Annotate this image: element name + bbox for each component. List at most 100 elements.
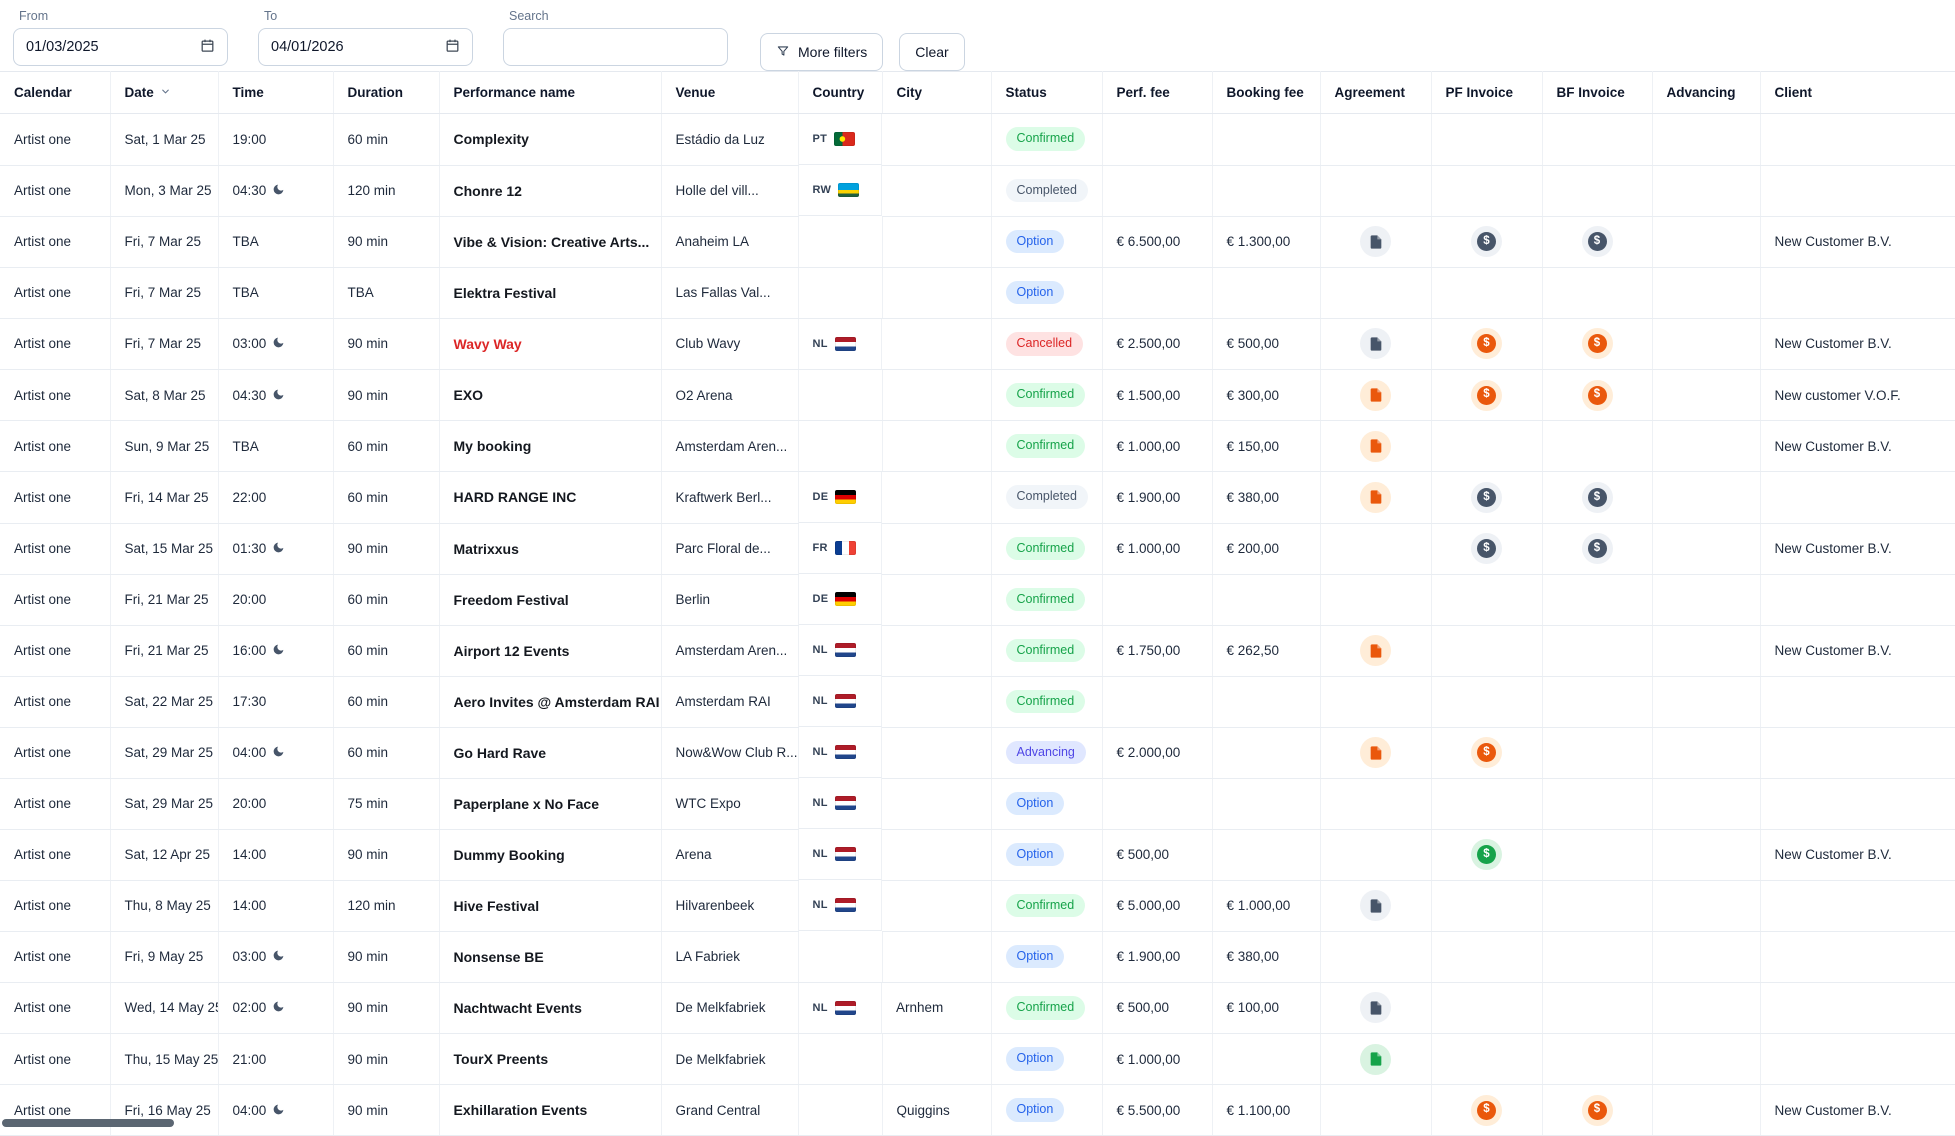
agreement-file-icon[interactable] bbox=[1360, 992, 1391, 1023]
from-date-input[interactable]: 01/03/2025 bbox=[13, 28, 228, 66]
table-row[interactable]: Artist oneFri, 14 Mar 2522:0060 minHARD … bbox=[0, 472, 1955, 524]
cell-date: Sat, 15 Mar 25 bbox=[110, 523, 218, 574]
column-header-client[interactable]: Client bbox=[1760, 72, 1955, 114]
calendar-icon[interactable] bbox=[200, 38, 215, 57]
status-badge: Confirmed bbox=[1006, 537, 1086, 561]
cell-duration: 60 min bbox=[333, 727, 439, 778]
table-row[interactable]: Artist oneSat, 15 Mar 2501:3090 minMatri… bbox=[0, 523, 1955, 574]
table-row[interactable]: Artist oneFri, 7 Mar 25TBA90 minVibe & V… bbox=[0, 216, 1955, 267]
bf-invoice-dollar-icon[interactable]: $ bbox=[1582, 226, 1613, 257]
to-date-input[interactable]: 04/01/2026 bbox=[258, 28, 473, 66]
cell-performance-name: My booking bbox=[439, 421, 661, 472]
status-badge: Confirmed bbox=[1006, 894, 1086, 918]
cell-duration: 90 min bbox=[333, 982, 439, 1034]
cell-perf-fee: € 500,00 bbox=[1102, 829, 1212, 880]
cell-date: Sat, 12 Apr 25 bbox=[110, 829, 218, 880]
table-row[interactable]: Artist oneSat, 1 Mar 2519:0060 minComple… bbox=[0, 114, 1955, 166]
cell-client bbox=[1760, 574, 1955, 625]
column-header-country[interactable]: Country bbox=[798, 72, 882, 114]
column-header-pf-invoice[interactable]: PF Invoice bbox=[1431, 72, 1542, 114]
cell-bf-invoice: $ bbox=[1542, 370, 1652, 421]
cell-booking-fee: € 300,00 bbox=[1212, 370, 1320, 421]
column-header-booking-fee[interactable]: Booking fee bbox=[1212, 72, 1320, 114]
column-header-status[interactable]: Status bbox=[991, 72, 1102, 114]
column-header-bf-invoice[interactable]: BF Invoice bbox=[1542, 72, 1652, 114]
table-row[interactable]: Artist oneSat, 22 Mar 2517:3060 minAero … bbox=[0, 676, 1955, 727]
bf-invoice-dollar-icon[interactable]: $ bbox=[1582, 533, 1613, 564]
pf-invoice-dollar-icon[interactable]: $ bbox=[1471, 839, 1502, 870]
column-header-agreement[interactable]: Agreement bbox=[1320, 72, 1431, 114]
performance-name: Complexity bbox=[454, 131, 529, 147]
table-row[interactable]: Artist oneThu, 15 May 2521:0090 minTourX… bbox=[0, 1034, 1955, 1085]
agreement-file-icon[interactable] bbox=[1360, 737, 1391, 768]
agreement-file-icon[interactable] bbox=[1360, 1044, 1391, 1075]
cell-city bbox=[882, 727, 991, 778]
calendar-icon[interactable] bbox=[445, 38, 460, 57]
table-row[interactable]: Artist oneWed, 14 May 2502:0090 minNacht… bbox=[0, 982, 1955, 1034]
column-header-perf-fee[interactable]: Perf. fee bbox=[1102, 72, 1212, 114]
column-label: Time bbox=[233, 85, 264, 100]
cell-duration: TBA bbox=[333, 267, 439, 318]
cell-date: Mon, 3 Mar 25 bbox=[110, 165, 218, 216]
pf-invoice-dollar-icon[interactable]: $ bbox=[1471, 380, 1502, 411]
agreement-file-icon[interactable] bbox=[1360, 328, 1391, 359]
more-filters-button[interactable]: More filters bbox=[760, 33, 883, 71]
cell-time: 14:00 bbox=[218, 829, 333, 880]
column-header-time[interactable]: Time bbox=[218, 72, 333, 114]
table-row[interactable]: Artist oneSun, 9 Mar 25TBA60 minMy booki… bbox=[0, 421, 1955, 472]
column-header-city[interactable]: City bbox=[882, 72, 991, 114]
cell-country bbox=[798, 216, 882, 267]
cell-country: FR bbox=[799, 523, 883, 574]
table-row[interactable]: Artist oneSat, 12 Apr 2514:0090 minDummy… bbox=[0, 829, 1955, 880]
bf-invoice-dollar-icon[interactable]: $ bbox=[1582, 1095, 1613, 1126]
pf-invoice-dollar-icon[interactable]: $ bbox=[1471, 533, 1502, 564]
clear-button[interactable]: Clear bbox=[899, 33, 964, 71]
agreement-file-icon[interactable] bbox=[1360, 431, 1391, 462]
search-input[interactable] bbox=[503, 28, 728, 66]
cell-status: Confirmed bbox=[991, 114, 1102, 166]
cell-advancing bbox=[1652, 114, 1760, 166]
agreement-file-icon[interactable] bbox=[1360, 482, 1391, 513]
table-row[interactable]: Artist oneFri, 9 May 2503:0090 minNonsen… bbox=[0, 931, 1955, 982]
table-row[interactable]: Artist oneFri, 21 Mar 2520:0060 minFreed… bbox=[0, 574, 1955, 625]
cell-perf-fee: € 1.900,00 bbox=[1102, 472, 1212, 524]
cell-time: 17:30 bbox=[218, 676, 333, 727]
table-row[interactable]: Artist oneFri, 16 May 2504:0090 minExhil… bbox=[0, 1085, 1955, 1136]
column-header-date[interactable]: Date bbox=[110, 72, 218, 114]
cell-time: 02:00 bbox=[218, 982, 333, 1034]
table-row[interactable]: Artist oneMon, 3 Mar 2504:30120 minChonr… bbox=[0, 165, 1955, 216]
column-header-advancing[interactable]: Advancing bbox=[1652, 72, 1760, 114]
cell-advancing bbox=[1652, 472, 1760, 524]
pf-invoice-dollar-icon[interactable]: $ bbox=[1471, 328, 1502, 359]
bf-invoice-dollar-icon[interactable]: $ bbox=[1582, 482, 1613, 513]
cell-duration: 90 min bbox=[333, 216, 439, 267]
cell-agreement bbox=[1320, 625, 1431, 676]
table-row[interactable]: Artist oneFri, 7 Mar 2503:0090 minWavy W… bbox=[0, 318, 1955, 370]
table-row[interactable]: Artist oneFri, 21 Mar 2516:0060 minAirpo… bbox=[0, 625, 1955, 676]
column-header-calendar[interactable]: Calendar bbox=[0, 72, 110, 114]
column-header-performance-name[interactable]: Performance name bbox=[439, 72, 661, 114]
column-header-duration[interactable]: Duration bbox=[333, 72, 439, 114]
pf-invoice-dollar-icon[interactable]: $ bbox=[1471, 1095, 1502, 1126]
table-row[interactable]: Artist oneThu, 8 May 2514:00120 minHive … bbox=[0, 880, 1955, 931]
horizontal-scrollbar-thumb[interactable] bbox=[2, 1119, 174, 1127]
agreement-file-icon[interactable] bbox=[1360, 226, 1391, 257]
pf-invoice-dollar-icon[interactable]: $ bbox=[1471, 226, 1502, 257]
bf-invoice-dollar-icon[interactable]: $ bbox=[1582, 380, 1613, 411]
cell-performance-name: EXO bbox=[439, 370, 661, 421]
table-row[interactable]: Artist oneSat, 29 Mar 2520:0075 minPaper… bbox=[0, 778, 1955, 829]
table-row[interactable]: Artist oneFri, 7 Mar 25TBATBAElektra Fes… bbox=[0, 267, 1955, 318]
bf-invoice-dollar-icon[interactable]: $ bbox=[1582, 328, 1613, 359]
country-code: NL bbox=[813, 1002, 828, 1014]
agreement-file-icon[interactable] bbox=[1360, 890, 1391, 921]
cell-status: Confirmed bbox=[991, 880, 1102, 931]
pf-invoice-dollar-icon[interactable]: $ bbox=[1471, 737, 1502, 768]
pf-invoice-dollar-icon[interactable]: $ bbox=[1471, 482, 1502, 513]
column-header-venue[interactable]: Venue bbox=[661, 72, 798, 114]
cell-date: Fri, 16 May 25 bbox=[110, 1085, 218, 1136]
agreement-file-icon[interactable] bbox=[1360, 380, 1391, 411]
agreement-file-icon[interactable] bbox=[1360, 635, 1391, 666]
table-row[interactable]: Artist oneSat, 8 Mar 2504:3090 minEXOO2 … bbox=[0, 370, 1955, 421]
table-row[interactable]: Artist oneSat, 29 Mar 2504:0060 minGo Ha… bbox=[0, 727, 1955, 778]
cell-agreement bbox=[1320, 472, 1431, 524]
